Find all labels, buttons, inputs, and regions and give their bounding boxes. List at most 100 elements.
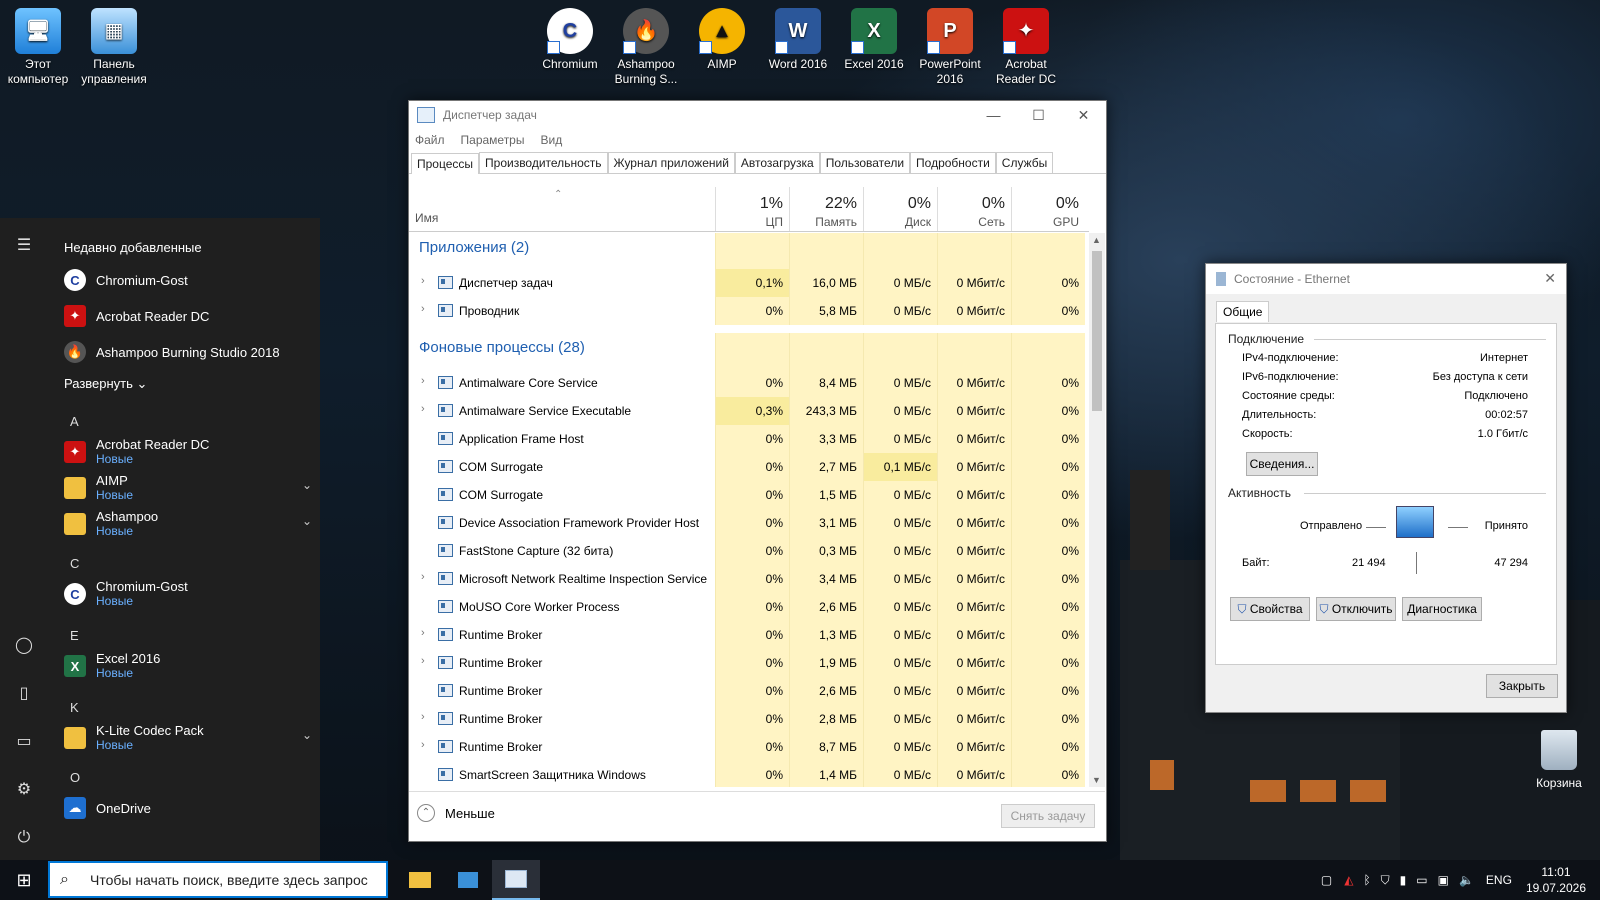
network-icon[interactable]: ▣ (1438, 873, 1449, 887)
process-row[interactable]: › Проводник 0% 5,8 МБ 0 МБ/с 0 Мбит/с 0% (409, 297, 1089, 325)
app-item-aimp[interactable]: AIMP Новые ⌄ (64, 472, 312, 504)
hamburger-icon[interactable]: ☰ (14, 236, 34, 256)
desktop-icon-control-panel[interactable]: ▦ Панель управления (76, 2, 152, 87)
process-row[interactable]: Device Association Framework Provider Ho… (409, 509, 1089, 537)
app-item-acrobat[interactable]: ✦ Acrobat Reader DC Новые (64, 436, 304, 468)
process-row[interactable]: › Runtime Broker 0% 8,7 МБ 0 МБ/с 0 Мбит/с 0% (409, 733, 1089, 761)
documents-icon[interactable]: ▯ (14, 684, 34, 704)
disable-button[interactable]: ⛉ Отключить (1316, 597, 1396, 621)
app-item-chromium[interactable]: C Chromium-Gost Новые (64, 578, 304, 610)
letter-header[interactable]: K (70, 700, 79, 715)
close-button[interactable]: ✕ (1061, 101, 1106, 129)
column-memory[interactable]: 22% Память (789, 187, 863, 231)
close-button[interactable]: Закрыть (1486, 674, 1558, 698)
power-icon[interactable]: ⏻ (14, 828, 34, 848)
group-header[interactable]: Фоновые процессы (28) (409, 333, 1089, 369)
process-row[interactable]: › Runtime Broker 0% 1,3 МБ 0 МБ/с 0 Мбит/с 0% (409, 621, 1089, 649)
scroll-down-icon[interactable]: ▼ (1092, 775, 1101, 785)
pictures-icon[interactable]: ▭ (14, 732, 34, 752)
settings-gear-icon[interactable]: ⚙ (14, 780, 34, 800)
menu-file[interactable]: Файл (415, 133, 445, 147)
app-item-excel[interactable]: X Excel 2016 Новые (64, 650, 304, 682)
minimize-button[interactable]: — (971, 101, 1016, 129)
chevron-down-icon[interactable]: ⌄ (302, 478, 312, 492)
language-indicator[interactable]: ENG (1486, 873, 1512, 887)
expand-chevron-icon[interactable]: › (421, 375, 425, 387)
letter-header[interactable]: A (70, 414, 79, 429)
column-cpu[interactable]: 1% ЦП (715, 187, 789, 231)
desktop-icon-powerpoint[interactable]: P PowerPoint 2016 (912, 2, 988, 87)
desktop-icon-aimp[interactable]: ▲ AIMP (684, 2, 760, 72)
recent-item-chromium[interactable]: C Chromium-Gost (64, 264, 304, 296)
column-disk[interactable]: 0% Диск (863, 187, 937, 231)
column-name[interactable]: Имя (415, 211, 438, 225)
tab-app-history[interactable]: Журнал приложений (607, 152, 735, 173)
expand-chevron-icon[interactable]: › (421, 655, 425, 667)
taskbar-explorer[interactable] (396, 860, 444, 900)
group-header[interactable]: Приложения (2) (409, 233, 1089, 269)
desktop-icon-word[interactable]: W Word 2016 (760, 2, 836, 72)
expand-chevron-icon[interactable]: › (421, 571, 425, 583)
clock[interactable]: 11:01 19.07.2026 (1526, 864, 1586, 896)
tab-startup[interactable]: Автозагрузка (734, 152, 820, 173)
expand-chevron-icon[interactable]: › (421, 739, 425, 751)
fewer-details-button[interactable]: ⌃ Меньше (417, 804, 495, 822)
power-icon[interactable]: ▭ (1416, 873, 1427, 887)
desktop-icon-computer[interactable]: 🖥 Этот компьютер (0, 2, 76, 87)
scroll-up-icon[interactable]: ▲ (1092, 235, 1101, 245)
process-row[interactable]: COM Surrogate 0% 1,5 МБ 0 МБ/с 0 Мбит/с 0% (409, 481, 1089, 509)
taskbar-control-panel[interactable] (444, 860, 492, 900)
process-row[interactable]: MoUSO Core Worker Process 0% 2,6 МБ 0 МБ/с 0… (409, 593, 1089, 621)
tray-app-icon[interactable]: ▢ (1321, 873, 1332, 887)
chevron-down-icon[interactable]: ⌄ (302, 514, 312, 528)
user-icon[interactable]: ◯ (14, 636, 34, 656)
chevron-down-icon[interactable]: ⌄ (302, 728, 312, 742)
desktop-icon-chromium[interactable]: C Chromium (532, 2, 608, 72)
tab-users[interactable]: Пользователи (819, 152, 911, 173)
letter-header[interactable]: E (70, 628, 79, 643)
tab-details[interactable]: Подробности (910, 152, 996, 173)
desktop-icon-acrobat[interactable]: ✦ Acrobat Reader DC (988, 2, 1064, 87)
column-network[interactable]: 0% Сеть (937, 187, 1011, 231)
tab-general[interactable]: Общие (1216, 301, 1270, 322)
usb-icon[interactable]: ▮ (1400, 873, 1407, 887)
menu-view[interactable]: Вид (540, 133, 562, 147)
process-row[interactable]: FastStone Capture (32 бита) 0% 0,3 МБ 0 МБ/… (409, 537, 1089, 565)
process-row[interactable]: › Antimalware Core Service 0% 8,4 МБ 0 МБ/с 0… (409, 369, 1089, 397)
bluetooth-icon[interactable]: ᛒ (1363, 873, 1370, 887)
close-icon[interactable]: ✕ (1544, 270, 1556, 287)
recent-item-acrobat[interactable]: ✦ Acrobat Reader DC (64, 300, 304, 332)
process-row[interactable]: › Диспетчер задач 0,1% 16,0 МБ 0 МБ/с 0 Мбит/… (409, 269, 1089, 297)
process-row[interactable]: › Antimalware Service Executable 0,3% 243,3… (409, 397, 1089, 425)
faststone-icon[interactable]: ◭ (1344, 873, 1353, 887)
tab-services[interactable]: Службы (995, 152, 1054, 173)
desktop-icon-excel[interactable]: X Excel 2016 (836, 2, 912, 72)
search-box[interactable]: ⌕ Чтобы начать поиск, введите здесь запр… (48, 861, 388, 898)
start-button[interactable]: ⊞ (0, 860, 48, 900)
process-row[interactable]: › Runtime Broker 0% 2,8 МБ 0 МБ/с 0 Мбит/с 0% (409, 705, 1089, 733)
letter-header[interactable]: C (70, 556, 79, 571)
expand-chevron-icon[interactable]: › (421, 403, 425, 415)
dialog-title-bar[interactable]: Состояние - Ethernet ✕ (1206, 264, 1566, 294)
tab-processes[interactable]: Процессы (411, 153, 480, 174)
desktop-icon-ashampoo[interactable]: 🔥 Ashampoo Burning S... (608, 2, 684, 87)
properties-button[interactable]: ⛉ Свойства (1230, 597, 1310, 621)
app-item-ashampoo[interactable]: Ashampoo Новые ⌄ (64, 508, 312, 540)
expand-chevron-icon[interactable]: › (421, 711, 425, 723)
volume-icon[interactable]: 🔈 (1459, 873, 1474, 887)
scrollbar[interactable]: ▲ ▼ (1089, 233, 1105, 787)
letter-header[interactable]: O (70, 770, 80, 785)
expand-button[interactable]: Развернуть ⌄ (64, 376, 147, 392)
tab-performance[interactable]: Производительность (479, 152, 608, 173)
expand-chevron-icon[interactable]: › (421, 303, 425, 315)
app-item-onedrive[interactable]: ☁ OneDrive (64, 792, 304, 824)
app-item-klite[interactable]: K-Lite Codec Pack Новые ⌄ (64, 722, 312, 754)
process-row[interactable]: COM Surrogate 0% 2,7 МБ 0,1 МБ/с 0 Мбит/с 0% (409, 453, 1089, 481)
maximize-button[interactable]: ☐ (1016, 101, 1061, 129)
end-task-button[interactable]: Снять задачу (1001, 804, 1095, 828)
desktop-icon-recycle-bin[interactable]: Корзина (1526, 730, 1592, 790)
title-bar[interactable]: Диспетчер задач — ☐ ✕ (409, 101, 1106, 129)
recent-item-ashampoo[interactable]: 🔥 Ashampoo Burning Studio 2018 (64, 336, 304, 368)
defender-icon[interactable]: ⛉ (1381, 873, 1390, 888)
process-row[interactable]: SmartScreen Защитника Windows 0% 1,4 МБ 0 М… (409, 761, 1089, 787)
